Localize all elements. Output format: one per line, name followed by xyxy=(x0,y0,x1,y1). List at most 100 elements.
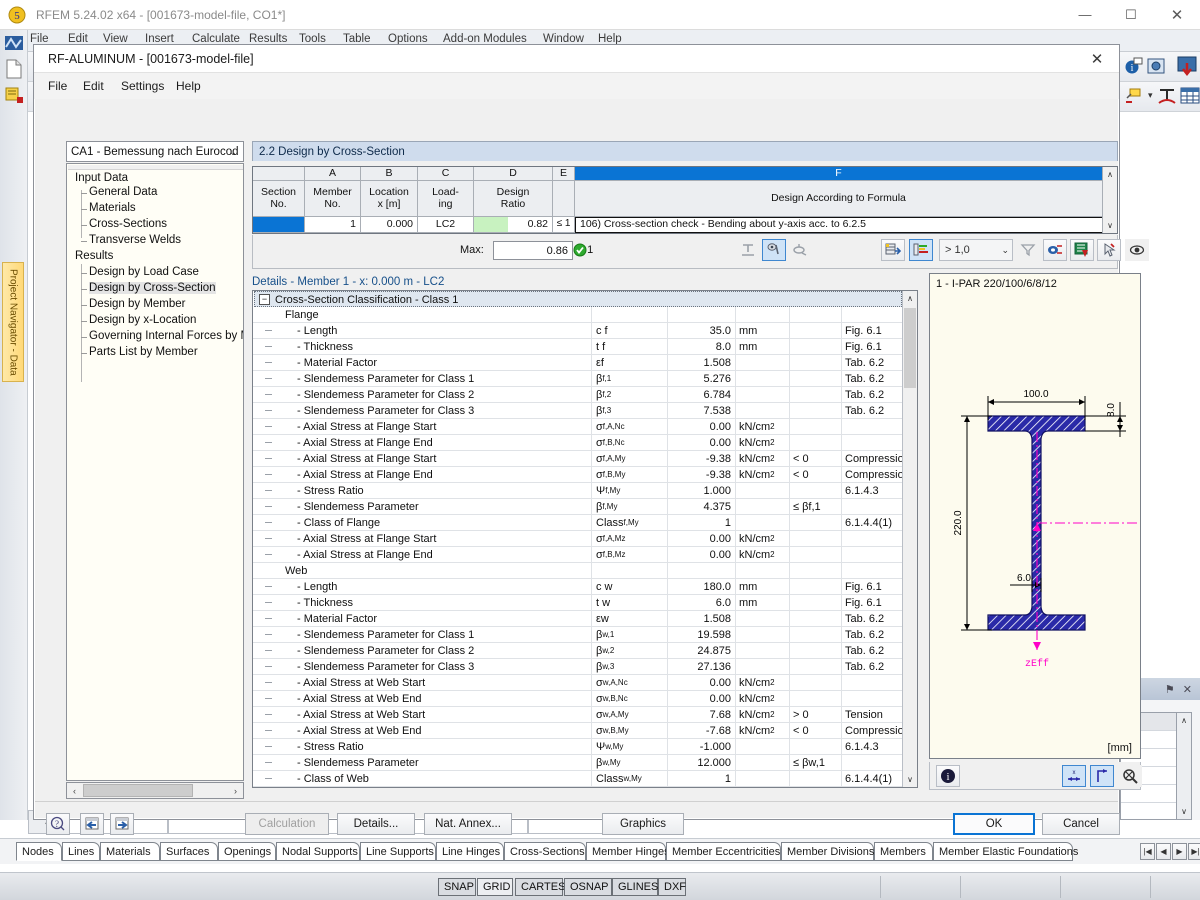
grid-col-b[interactable]: B xyxy=(361,167,418,181)
excel-export-icon[interactable] xyxy=(1070,239,1094,261)
details-row[interactable]: - Slendemess Parameter for Class 1βf,15.… xyxy=(253,371,903,387)
details-row[interactable]: - Slendemess Parameter for Class 3βw,327… xyxy=(253,659,903,675)
previous-icon[interactable] xyxy=(80,813,104,835)
filter-icon[interactable] xyxy=(1016,239,1040,261)
details-row[interactable]: - Class of WebClassw,My16.1.4.4(1) xyxy=(253,771,903,787)
tree-item-design-by-member[interactable]: Design by Member xyxy=(89,298,186,310)
details-vertical-scrollbar[interactable]: ∧ ∨ xyxy=(902,291,917,787)
details-row[interactable]: - Lengthc w180.0mmFig. 6.1 xyxy=(253,579,903,595)
details-row[interactable]: - Axial Stress at Flange Startσf,A,Nc0.0… xyxy=(253,419,903,435)
dimensions-icon[interactable]: x xyxy=(1062,765,1086,787)
axes-icon[interactable] xyxy=(1090,765,1114,787)
minimize-button[interactable]: — xyxy=(1062,0,1108,30)
rfem-app-icon[interactable] xyxy=(3,32,25,54)
tree-item-transverse-welds[interactable]: Transverse Welds xyxy=(89,234,181,246)
ratio-filter-combo[interactable]: > 1,0 ⌄ xyxy=(939,239,1013,261)
details-row[interactable]: - Thicknesst f8.0mmFig. 6.1 xyxy=(253,339,903,355)
chevron-down-icon[interactable]: ⌄ xyxy=(225,144,241,160)
status-snap[interactable]: SNAP xyxy=(438,878,476,896)
tab-nodal-supports[interactable]: Nodal Supports xyxy=(276,842,360,861)
details-row[interactable]: Web xyxy=(253,563,903,579)
tab-member-hinges[interactable]: Member Hinges xyxy=(586,842,666,861)
scroll-up-icon[interactable]: ∧ xyxy=(1177,713,1191,728)
grid-vertical-scrollbar[interactable]: ∧ ∨ xyxy=(1102,167,1117,233)
tree-horizontal-scrollbar[interactable]: ‹ › xyxy=(66,782,244,799)
status-dxf[interactable]: DXF xyxy=(658,878,686,896)
tab-last-button[interactable]: ▶| xyxy=(1188,843,1200,860)
nat-annex-button[interactable]: Nat. Annex... xyxy=(424,813,512,835)
scroll-right-icon[interactable]: › xyxy=(228,783,243,798)
dialog-menu-edit[interactable]: Edit xyxy=(83,79,104,93)
grid-col-f[interactable]: F xyxy=(575,167,1103,181)
tab-cross-sections[interactable]: Cross-Sections xyxy=(504,842,586,861)
tab-member-divisions[interactable]: Member Divisions xyxy=(781,842,874,861)
details-row[interactable]: - Axial Stress at Web Endσw,B,Nc0.00kN/c… xyxy=(253,691,903,707)
grid-col-d[interactable]: D xyxy=(474,167,553,181)
dialog-navigator-tree[interactable]: Input Data General Data Materials Cross-… xyxy=(66,163,244,781)
close-button[interactable]: ✕ xyxy=(1154,0,1200,30)
tab-openings[interactable]: Openings xyxy=(218,842,276,861)
graphics-button[interactable]: Graphics xyxy=(602,813,684,835)
help-icon[interactable]: ? xyxy=(46,813,70,835)
member-tool-icon[interactable] xyxy=(1156,86,1178,111)
tab-prev-button[interactable]: ◀ xyxy=(1156,843,1171,860)
details-row[interactable]: - Axial Stress at Flange Endσf,B,Nc0.00k… xyxy=(253,435,903,451)
details-row[interactable]: - Class of FlangeClassf,My16.1.4.4(1) xyxy=(253,515,903,531)
new-file-icon[interactable] xyxy=(3,58,25,80)
result-view-icon[interactable] xyxy=(788,239,812,261)
ok-button[interactable]: OK xyxy=(953,813,1035,835)
details-row[interactable]: - Slendemess Parameter for Class 2βf,26.… xyxy=(253,387,903,403)
scroll-up-icon[interactable]: ∧ xyxy=(903,291,917,306)
details-row[interactable]: - Lengthc f35.0mmFig. 6.1 xyxy=(253,323,903,339)
details-row[interactable]: - Axial Stress at Web Startσw,A,My7.68kN… xyxy=(253,707,903,723)
chevron-down-icon[interactable]: ⌄ xyxy=(1001,245,1009,256)
cross-section-panel[interactable]: 1 - I-PAR 220/100/6/8/12 [mm] 100.0 xyxy=(929,273,1141,759)
calculation-button[interactable]: Calculation xyxy=(245,813,329,835)
status-cartes[interactable]: CARTES xyxy=(515,878,563,896)
details-row[interactable]: - Stress RatioΨf,My1.0006.1.4.3 xyxy=(253,483,903,499)
grid-col-c[interactable]: C xyxy=(418,167,474,181)
tree-splitter[interactable] xyxy=(68,165,244,170)
cross-section-view-icon[interactable] xyxy=(762,239,786,261)
tree-item-cross-sections[interactable]: Cross-Sections xyxy=(89,218,167,230)
design-case-combo[interactable]: CA1 - Bemessung nach Eurocod ⌄ xyxy=(66,141,244,162)
status-grid[interactable]: GRID xyxy=(477,878,513,896)
tree-group-input-data[interactable]: Input Data xyxy=(75,172,128,184)
scrollbar-thumb[interactable] xyxy=(904,308,916,388)
scrollbar-thumb[interactable] xyxy=(83,784,193,797)
new-model-icon[interactable] xyxy=(3,84,25,106)
settings-table-icon[interactable] xyxy=(881,239,905,261)
member-view-icon[interactable] xyxy=(736,239,760,261)
grid-cell-loading[interactable]: LC2 xyxy=(418,217,474,233)
tree-item-general-data[interactable]: General Data xyxy=(89,186,157,198)
details-row[interactable]: - Axial Stress at Flange Endσf,B,Mz0.00k… xyxy=(253,547,903,563)
info-icon[interactable]: i xyxy=(936,765,960,787)
cancel-button[interactable]: Cancel xyxy=(1042,813,1120,835)
details-row[interactable]: - Axial Stress at Flange Endσf,B,My-9.38… xyxy=(253,467,903,483)
tree-item-governing-internal-forces[interactable]: Governing Internal Forces by M xyxy=(89,330,244,342)
details-button[interactable]: Details... xyxy=(337,813,415,835)
details-row[interactable]: - Material Factorεw1.508Tab. 6.2 xyxy=(253,611,903,627)
grid-cell-ratio[interactable]: 0.82 xyxy=(508,217,553,233)
tab-nodes[interactable]: Nodes xyxy=(16,842,62,861)
zoom-icon[interactable] xyxy=(1118,765,1142,787)
tab-first-button[interactable]: |◀ xyxy=(1140,843,1155,860)
scroll-down-icon[interactable]: ∨ xyxy=(903,772,917,787)
status-glines[interactable]: GLINES xyxy=(612,878,658,896)
results-grid[interactable]: A B C D E F Section No. Member No. Locat… xyxy=(252,166,1118,234)
toolbar-chevron-icon[interactable]: ▾ xyxy=(1148,90,1153,101)
details-row[interactable]: - Slendemess Parameterβw,My12.000≤ βw,1 xyxy=(253,755,903,771)
tree-item-design-by-load-case[interactable]: Design by Load Case xyxy=(89,266,199,278)
details-row[interactable]: - Slendemess Parameter for Class 1βw,119… xyxy=(253,627,903,643)
tab-lines[interactable]: Lines xyxy=(62,842,100,861)
tab-member-elastic-foundations[interactable]: Member Elastic Foundations xyxy=(933,842,1073,861)
details-row[interactable]: - Thicknesst w6.0mmFig. 6.1 xyxy=(253,595,903,611)
tab-materials[interactable]: Materials xyxy=(100,842,160,861)
photo-toolbar-icon[interactable] xyxy=(1146,56,1166,79)
details-row[interactable]: - Slendemess Parameter for Class 3βf,37.… xyxy=(253,403,903,419)
tree-item-design-by-cross-section[interactable]: Design by Cross-Section xyxy=(89,282,216,294)
maximize-button[interactable]: ☐ xyxy=(1108,0,1154,30)
status-osnap[interactable]: OSNAP xyxy=(564,878,612,896)
project-navigator-tab[interactable]: Project Navigator - Data xyxy=(2,262,24,382)
export-toolbar-icon[interactable] xyxy=(1176,55,1198,80)
